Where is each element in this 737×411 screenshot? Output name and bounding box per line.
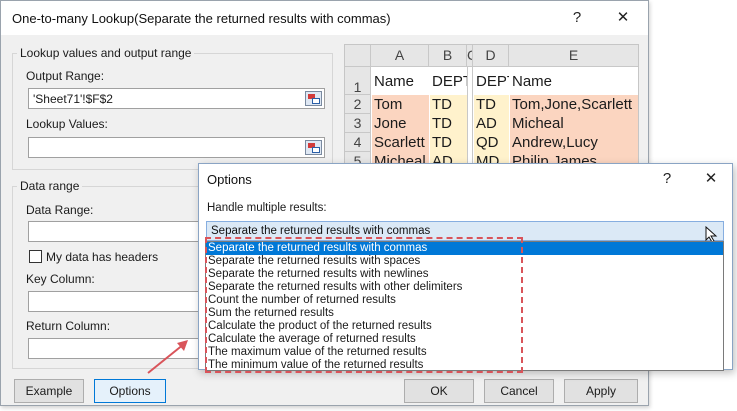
lookup-values-label: Lookup Values: — [26, 117, 108, 131]
help-icon[interactable]: ? — [568, 9, 586, 27]
cell-dept: AD — [474, 114, 509, 133]
options-title: Options — [207, 172, 252, 187]
cell-result: Micheal — [510, 114, 638, 133]
output-range-label: Output Range: — [26, 69, 105, 83]
annotation-arrow-icon — [147, 340, 188, 374]
cell-header-dept: DEPT — [476, 73, 509, 90]
output-range-input[interactable]: 'Sheet71'!$F$2 — [28, 88, 325, 109]
headers-checkbox[interactable] — [29, 250, 42, 263]
return-column-label: Return Column: — [26, 319, 111, 333]
column-header-e: E — [509, 45, 638, 67]
column-header-d: D — [473, 45, 509, 67]
handle-multiple-value: Separate the returned results with comma… — [211, 225, 431, 237]
cell-header-dept: DEPT — [432, 73, 467, 90]
row-header-4: 4 — [345, 133, 371, 152]
example-button[interactable]: Example — [14, 379, 84, 403]
cell-dept: TD — [430, 114, 467, 133]
main-title: One-to-many Lookup(Separate the returned… — [12, 11, 391, 26]
close-icon[interactable]: ✕ — [702, 170, 720, 188]
headers-checkbox-label: My data has headers — [46, 250, 159, 264]
apply-button[interactable]: Apply — [564, 379, 638, 403]
help-icon[interactable]: ? — [658, 170, 676, 188]
lookup-group-title: Lookup values and output range — [17, 46, 195, 60]
close-icon[interactable]: ✕ — [614, 9, 632, 27]
column-header-a: A — [371, 45, 429, 67]
column-header-b: B — [429, 45, 467, 67]
options-titlebar[interactable]: Options ? ✕ — [199, 164, 732, 194]
options-button[interactable]: Options — [94, 379, 166, 403]
cell-name: Scarlett — [372, 133, 429, 152]
cancel-button[interactable]: Cancel — [484, 379, 554, 403]
cell-header-name: Name — [512, 73, 553, 90]
range-select-icon[interactable] — [305, 91, 322, 106]
handle-multiple-label: Handle multiple results: — [207, 202, 327, 214]
cell-dept: TD — [430, 133, 467, 152]
row-header-2: 2 — [345, 95, 371, 114]
cell-header-name: Name — [374, 73, 415, 90]
data-range-label: Data Range: — [26, 203, 94, 217]
row-header-1: 1 — [345, 67, 371, 95]
column-gap — [467, 67, 473, 165]
cell-dept: QD — [474, 133, 509, 152]
sheet-preview: A B C D E 1 2 3 4 5 Name DEPT DEPT Name … — [344, 44, 639, 166]
cell-name: Jone — [372, 114, 429, 133]
cell-name: Tom — [372, 95, 429, 114]
range-select-icon[interactable] — [305, 140, 322, 155]
sheet-corner — [345, 45, 371, 67]
cell-result: Tom,Jone,Scarlett — [510, 95, 638, 114]
ok-button[interactable]: OK — [404, 379, 474, 403]
cell-result: Andrew,Lucy — [510, 133, 638, 152]
main-titlebar[interactable]: One-to-many Lookup(Separate the returned… — [1, 1, 648, 35]
cell-dept: TD — [474, 95, 509, 114]
row-header-3: 3 — [345, 114, 371, 133]
key-column-label: Key Column: — [26, 272, 95, 286]
data-range-group-title: Data range — [17, 179, 83, 193]
annotation-highlight — [205, 237, 523, 373]
lookup-values-input[interactable] — [28, 137, 325, 158]
cell-dept: TD — [430, 95, 467, 114]
mouse-cursor-icon — [705, 226, 718, 242]
output-range-value: 'Sheet71'!$F$2 — [33, 92, 113, 106]
